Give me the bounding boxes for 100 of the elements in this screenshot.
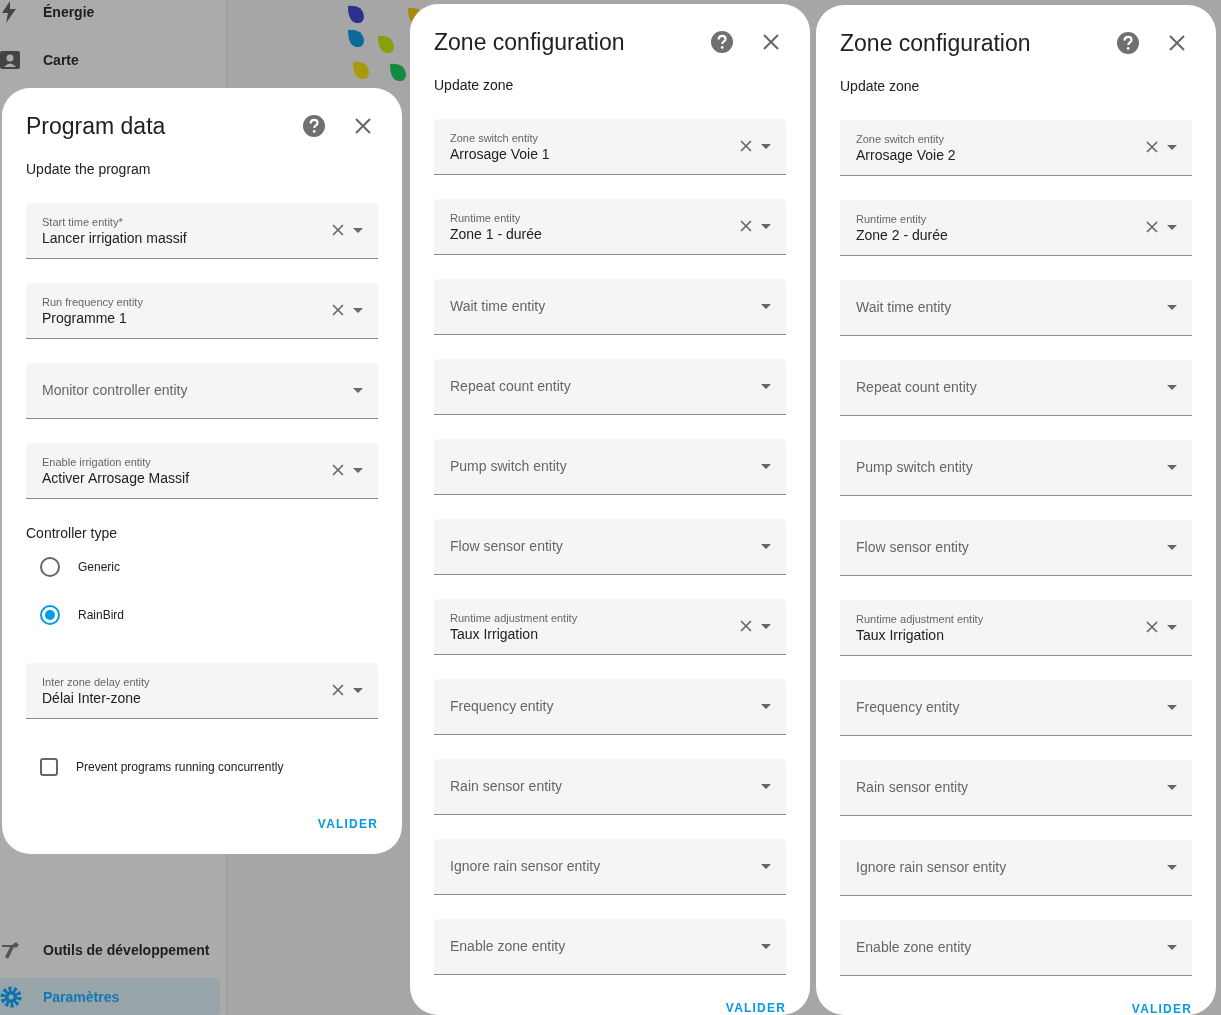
dropdown-arrow-icon[interactable] xyxy=(761,384,771,389)
help-icon[interactable] xyxy=(303,115,325,137)
dropdown-arrow-icon[interactable] xyxy=(1167,145,1177,150)
entity-select-field[interactable]: Repeat count entity xyxy=(434,359,786,415)
dropdown-arrow-icon[interactable] xyxy=(1167,225,1177,230)
field-label: Pump switch entity xyxy=(450,458,567,474)
dropdown-arrow-icon[interactable] xyxy=(761,944,771,949)
field-value: Arrosage Voie 1 xyxy=(450,146,550,162)
entity-select-field[interactable]: Zone switch entity Arrosage Voie 1 xyxy=(434,119,786,175)
dropdown-arrow-icon[interactable] xyxy=(353,468,363,473)
clear-icon[interactable] xyxy=(332,304,344,316)
field-label: Frequency entity xyxy=(450,698,554,714)
dropdown-arrow-icon[interactable] xyxy=(761,304,771,309)
dropdown-arrow-icon[interactable] xyxy=(1167,385,1177,390)
clear-icon[interactable] xyxy=(332,224,344,236)
entity-select-field[interactable]: Inter zone delay entity Délai Inter-zone xyxy=(26,663,378,719)
clear-icon[interactable] xyxy=(332,464,344,476)
dialog-subtitle: Update zone xyxy=(434,76,514,95)
radio-button[interactable] xyxy=(40,557,60,577)
sidebar-item[interactable]: Outils de développement xyxy=(0,938,220,962)
close-icon[interactable] xyxy=(763,34,779,50)
dropdown-arrow-icon[interactable] xyxy=(761,864,771,869)
dropdown-arrow-icon[interactable] xyxy=(1167,705,1177,710)
dropdown-arrow-icon[interactable] xyxy=(353,388,363,393)
field-label: Runtime adjustment entity xyxy=(856,613,984,625)
entity-select-field[interactable]: Flow sensor entity xyxy=(434,519,786,575)
dropdown-arrow-icon[interactable] xyxy=(1167,785,1177,790)
entity-select-field[interactable]: Frequency entity xyxy=(434,679,786,735)
dropdown-arrow-icon[interactable] xyxy=(1167,865,1177,870)
dropdown-arrow-icon[interactable] xyxy=(353,308,363,313)
field-label: Enable irrigation entity xyxy=(42,456,151,468)
dropdown-arrow-icon[interactable] xyxy=(1167,945,1177,950)
clear-icon[interactable] xyxy=(740,620,752,632)
radio-label: RainBird xyxy=(78,608,125,622)
entity-select-field[interactable]: Rain sensor entity xyxy=(434,759,786,815)
dropdown-arrow-icon[interactable] xyxy=(1167,305,1177,310)
entity-select-field[interactable]: Ignore rain sensor entity xyxy=(434,839,786,895)
dialog-subtitle: Update zone xyxy=(840,77,920,96)
field-label: Zone switch entity xyxy=(856,133,945,145)
field-label: Enable zone entity xyxy=(856,939,972,955)
entity-select-field[interactable]: Wait time entity xyxy=(434,279,786,335)
checkbox-label: Prevent programs running concurrently xyxy=(76,760,284,774)
entity-select-field[interactable]: Enable irrigation entity Activer Arrosage Massif xyxy=(26,443,378,499)
entity-select-field[interactable]: Wait time entity xyxy=(840,280,1192,336)
field-label: Rain sensor entity xyxy=(450,778,563,794)
help-icon[interactable] xyxy=(1117,32,1139,54)
submit-button[interactable]: VALIDER xyxy=(1131,1003,1192,1015)
entity-select-field[interactable]: Runtime adjustment entity Taux Irrigation xyxy=(840,600,1192,656)
dropdown-arrow-icon[interactable] xyxy=(761,144,771,149)
entity-select-field[interactable]: Ignore rain sensor entity xyxy=(840,840,1192,896)
clear-icon[interactable] xyxy=(740,140,752,152)
entity-select-field[interactable]: Enable zone entity xyxy=(840,920,1192,976)
dialog-subtitle: Update the program xyxy=(26,160,151,179)
field-label: Rain sensor entity xyxy=(856,779,969,795)
field-label: Flow sensor entity xyxy=(450,538,563,554)
field-label: Ignore rain sensor entity xyxy=(450,858,601,874)
entity-select-field[interactable]: Pump switch entity xyxy=(434,439,786,495)
dropdown-arrow-icon[interactable] xyxy=(761,464,771,469)
entity-select-field[interactable]: Frequency entity xyxy=(840,680,1192,736)
clear-icon[interactable] xyxy=(740,220,752,232)
close-icon[interactable] xyxy=(1169,35,1185,51)
entity-select-field[interactable]: Monitor controller entity xyxy=(26,363,378,419)
entity-select-field[interactable]: Rain sensor entity xyxy=(840,760,1192,816)
clear-icon[interactable] xyxy=(1146,141,1158,153)
submit-button[interactable]: VALIDER xyxy=(317,818,378,830)
dropdown-arrow-icon[interactable] xyxy=(1167,465,1177,470)
dropdown-arrow-icon[interactable] xyxy=(761,624,771,629)
radio-button[interactable] xyxy=(40,605,60,625)
help-icon[interactable] xyxy=(711,31,733,53)
entity-select-field[interactable]: Runtime adjustment entity Taux Irrigation xyxy=(434,599,786,655)
field-value: Zone 2 - durée xyxy=(856,227,948,243)
entity-select-field[interactable]: Run frequency entity Programme 1 xyxy=(26,283,378,339)
field-label: Pump switch entity xyxy=(856,459,973,475)
close-icon[interactable] xyxy=(355,118,371,134)
clear-icon[interactable] xyxy=(1146,621,1158,633)
dropdown-arrow-icon[interactable] xyxy=(761,224,771,229)
field-value: Activer Arrosage Massif xyxy=(42,470,190,486)
clear-icon[interactable] xyxy=(332,684,344,696)
checkbox[interactable] xyxy=(40,758,58,776)
entity-select-field[interactable]: Runtime entity Zone 2 - durée xyxy=(840,200,1192,256)
entity-select-field[interactable]: Pump switch entity xyxy=(840,440,1192,496)
dropdown-arrow-icon[interactable] xyxy=(353,688,363,693)
entity-select-field[interactable]: Runtime entity Zone 1 - durée xyxy=(434,199,786,255)
dropdown-arrow-icon[interactable] xyxy=(1167,545,1177,550)
clear-icon[interactable] xyxy=(1146,221,1158,233)
entity-select-field[interactable]: Repeat count entity xyxy=(840,360,1192,416)
dropdown-arrow-icon[interactable] xyxy=(761,784,771,789)
dropdown-arrow-icon[interactable] xyxy=(761,704,771,709)
entity-select-field[interactable]: Flow sensor entity xyxy=(840,520,1192,576)
field-label: Inter zone delay entity xyxy=(42,676,150,688)
field-label: Monitor controller entity xyxy=(42,382,188,398)
entity-select-field[interactable]: Start time entity* Lancer irrigation massif xyxy=(26,203,378,259)
sidebar-item[interactable]: Carte xyxy=(0,48,220,72)
entity-select-field[interactable]: Zone switch entity Arrosage Voie 2 xyxy=(840,120,1192,176)
entity-select-field[interactable]: Enable zone entity xyxy=(434,919,786,975)
dropdown-arrow-icon[interactable] xyxy=(353,228,363,233)
dropdown-arrow-icon[interactable] xyxy=(1167,625,1177,630)
submit-button[interactable]: VALIDER xyxy=(725,1002,786,1014)
dropdown-arrow-icon[interactable] xyxy=(761,544,771,549)
sidebar-item[interactable]: Énergie xyxy=(0,0,220,24)
